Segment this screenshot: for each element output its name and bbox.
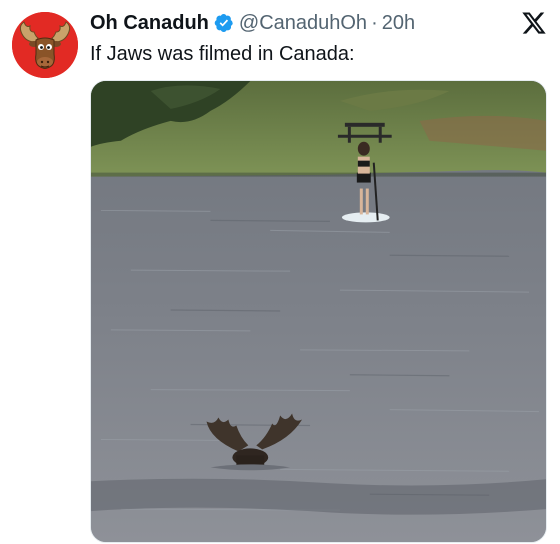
- verified-badge-icon: [214, 13, 234, 33]
- separator-dot: ·: [371, 12, 378, 34]
- display-name[interactable]: Oh Canaduh: [90, 9, 209, 37]
- tweet-text: If Jaws was filmed in Canada:: [90, 43, 355, 65]
- avatar[interactable]: [12, 12, 78, 78]
- tweet-card[interactable]: Oh Canaduh @CanaduhOh · 20h If Jaws was …: [0, 0, 560, 544]
- video-still-image: [91, 81, 546, 542]
- timestamp[interactable]: 20h: [382, 9, 415, 37]
- moose-avatar-icon: [12, 12, 78, 78]
- tweet-header: Oh Canaduh @CanaduhOh · 20h: [90, 9, 415, 37]
- media-video[interactable]: [90, 80, 547, 543]
- x-logo-icon[interactable]: [521, 10, 547, 36]
- user-handle[interactable]: @CanaduhOh: [239, 9, 367, 37]
